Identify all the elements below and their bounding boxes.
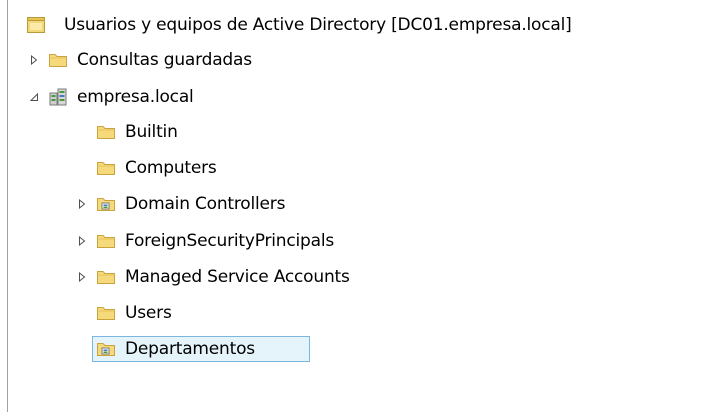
tree-node-saved-queries-label: Consultas guardadas: [77, 50, 252, 70]
tree-node-domain-controllers[interactable]: Domain Controllers: [0, 191, 719, 217]
tree-node-saved-queries[interactable]: Consultas guardadas: [0, 47, 719, 73]
folder-icon: [96, 231, 116, 251]
tree-node-computers[interactable]: Computers: [0, 155, 719, 181]
ou-icon: [96, 194, 116, 214]
tree-node-departamentos-label: Departamentos: [125, 339, 255, 359]
expand-arrow-icon[interactable]: [76, 235, 88, 247]
tree-node-domain-controllers-label: Domain Controllers: [125, 194, 286, 214]
expand-arrow-icon[interactable]: [28, 54, 40, 66]
tree-node-computers-label: Computers: [125, 158, 217, 178]
tree-node-foreign-security-principals-label: ForeignSecurityPrincipals: [125, 231, 335, 251]
tree-node-users-label: Users: [125, 303, 172, 323]
tree-node-root-label: Usuarios y equipos de Active Directory […: [64, 15, 572, 35]
tree-node-foreign-security-principals[interactable]: ForeignSecurityPrincipals: [0, 228, 719, 254]
ad-console-icon: [26, 15, 46, 35]
folder-icon: [96, 122, 116, 142]
expand-arrow-icon[interactable]: [76, 271, 88, 283]
ou-icon: [96, 339, 116, 359]
folder-icon: [96, 303, 116, 323]
tree-node-managed-service-accounts[interactable]: Managed Service Accounts: [0, 264, 719, 290]
tree-node-departamentos[interactable]: Departamentos: [0, 336, 719, 362]
tree-node-builtin[interactable]: Builtin: [0, 119, 719, 145]
tree-node-root[interactable]: Usuarios y equipos de Active Directory […: [0, 12, 719, 38]
folder-icon: [96, 158, 116, 178]
tree-node-domain-label: empresa.local: [77, 87, 194, 107]
folder-icon: [96, 267, 116, 287]
ad-tree-view[interactable]: Usuarios y equipos de Active Directory […: [0, 0, 719, 412]
tree-node-managed-service-accounts-label: Managed Service Accounts: [125, 267, 350, 287]
folder-icon: [48, 50, 68, 70]
domain-icon: [48, 87, 68, 107]
tree-node-users[interactable]: Users: [0, 300, 719, 326]
tree-node-domain[interactable]: empresa.local: [0, 84, 719, 110]
collapse-arrow-icon[interactable]: [28, 91, 40, 103]
tree-node-builtin-label: Builtin: [125, 122, 178, 142]
expand-arrow-icon[interactable]: [76, 198, 88, 210]
